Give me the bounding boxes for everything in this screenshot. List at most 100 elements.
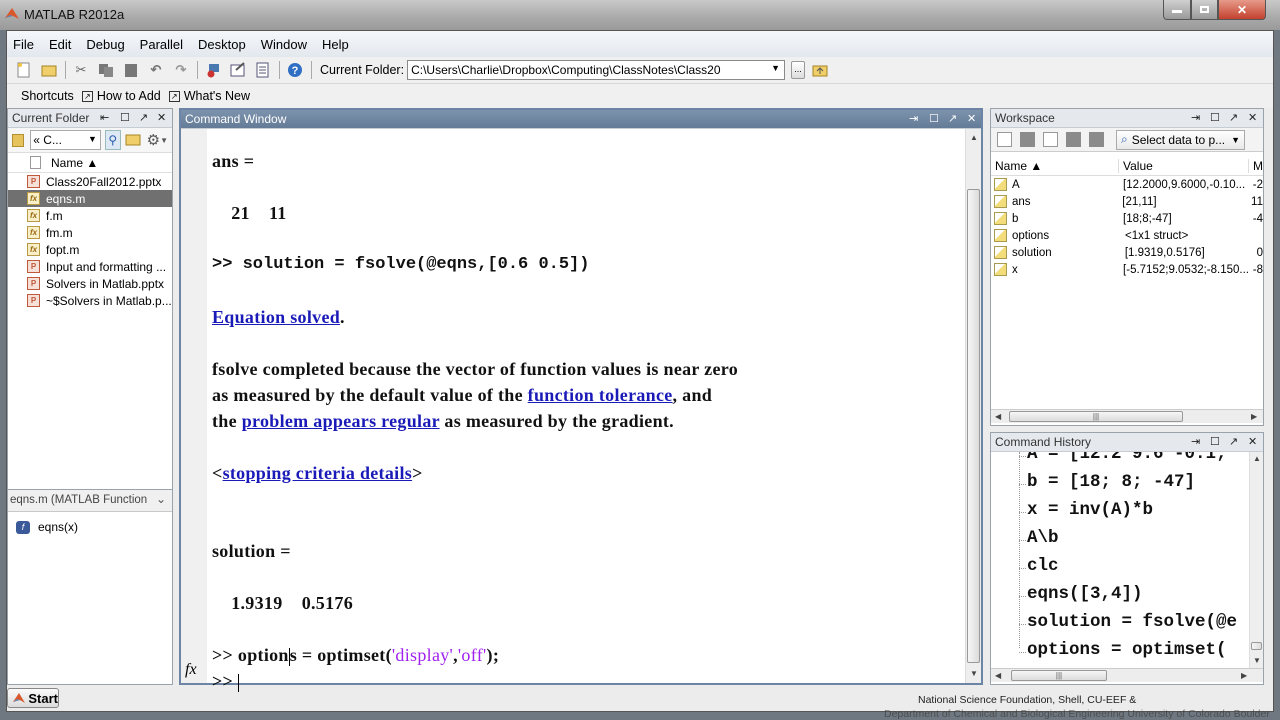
file-row[interactable]: fx eqns.m: [8, 190, 172, 207]
plot-selector[interactable]: ⌕ Select data to p... ▼: [1116, 129, 1246, 150]
delete-variable-icon[interactable]: [1089, 132, 1104, 147]
maximize-panel-icon[interactable]: ☐: [120, 111, 130, 124]
function-tolerance-link[interactable]: function tolerance: [528, 385, 673, 405]
history-vscrollbar[interactable]: ▲ ▼: [1249, 452, 1263, 668]
problem-appears-regular-link[interactable]: problem appears regular: [242, 411, 440, 431]
simulink-icon[interactable]: [204, 61, 222, 79]
column-name[interactable]: Name ▲: [991, 158, 1120, 173]
scroll-up-icon[interactable]: ▲: [970, 133, 978, 142]
workspace-variable-row[interactable]: options <1x1 struct>: [991, 227, 1263, 244]
undock-icon[interactable]: ⇥: [909, 112, 918, 125]
menu-debug[interactable]: Debug: [86, 37, 124, 52]
search-icon[interactable]: ⚲: [104, 130, 121, 150]
history-entry[interactable]: A = [12.2 9.6 -0.1;: [1027, 452, 1227, 464]
maximize-button[interactable]: [1191, 0, 1218, 20]
cut-icon[interactable]: ✂: [72, 61, 90, 79]
scroll-left-icon[interactable]: ◀: [995, 412, 1001, 421]
popout-icon[interactable]: ↗: [1229, 111, 1238, 124]
popout-icon[interactable]: ↗: [1229, 435, 1238, 448]
history-entry[interactable]: solution = fsolve(@e: [1027, 612, 1237, 632]
menu-parallel[interactable]: Parallel: [140, 37, 183, 52]
workspace-variable-row[interactable]: solution [1.9319,0.5176] 0: [991, 244, 1263, 261]
close-panel-icon[interactable]: ✕: [1248, 435, 1257, 448]
history-entry[interactable]: x = inv(A)*b: [1027, 500, 1153, 520]
command-window-output[interactable]: ans = 21 11 >> solution = fsolve(@eqns,[…: [181, 129, 965, 692]
scroll-down-icon[interactable]: ▼: [970, 669, 978, 678]
minimize-button[interactable]: [1163, 0, 1191, 20]
workspace-variable-row[interactable]: A [12.2000,9.6000,-0.10... -2: [991, 176, 1263, 193]
scrollbar-thumb[interactable]: [967, 189, 980, 663]
scroll-right-icon[interactable]: ▶: [1241, 671, 1247, 680]
gear-icon[interactable]: ⚙: [147, 131, 160, 149]
browse-folder-button[interactable]: ...: [791, 61, 806, 79]
shortcut-whats-new[interactable]: What's New: [184, 89, 250, 103]
open-folder-icon[interactable]: [40, 61, 58, 79]
command-window-scrollbar[interactable]: ▲ ▼: [965, 129, 981, 683]
scrollbar-thumb[interactable]: [1251, 642, 1262, 650]
menu-edit[interactable]: Edit: [49, 37, 71, 52]
new-variable-icon[interactable]: [997, 132, 1012, 147]
undock-icon[interactable]: ⇥: [1191, 435, 1200, 448]
details-title-bar[interactable]: eqns.m (MATLAB Function ⌄: [8, 490, 172, 512]
profiler-icon[interactable]: [254, 61, 272, 79]
command-prompt-input[interactable]: >>: [212, 671, 239, 692]
save-workspace-icon[interactable]: [1066, 132, 1081, 147]
current-folder-input[interactable]: C:\Users\Charlie\Dropbox\Computing\Class…: [407, 60, 786, 80]
chevron-down-icon[interactable]: ▼: [160, 136, 168, 145]
workspace-variable-row[interactable]: ans [21,11] 11: [991, 193, 1263, 210]
help-icon[interactable]: ?: [286, 61, 304, 79]
copy-icon[interactable]: [97, 61, 115, 79]
folder-up-icon[interactable]: [125, 132, 141, 149]
open-variable-icon[interactable]: [1020, 132, 1035, 147]
menu-desktop[interactable]: Desktop: [198, 37, 246, 52]
undo-icon[interactable]: ↶: [147, 61, 165, 79]
workspace-hscrollbar[interactable]: ◀ ||| ▶: [991, 409, 1263, 423]
close-button[interactable]: ✕: [1218, 0, 1266, 20]
column-header-name[interactable]: Name ▲: [8, 153, 172, 173]
scroll-up-icon[interactable]: ▲: [1253, 454, 1261, 463]
history-entry[interactable]: b = [18; 8; -47]: [1027, 472, 1195, 492]
column-value[interactable]: Value: [1119, 158, 1249, 173]
file-row[interactable]: fx fopt.m: [8, 241, 172, 258]
equation-solved-link[interactable]: Equation solved: [212, 307, 340, 327]
scroll-right-icon[interactable]: ▶: [1251, 412, 1257, 421]
history-entry[interactable]: A\b: [1027, 528, 1059, 548]
popout-icon[interactable]: ↗: [948, 112, 957, 125]
history-entry[interactable]: clc: [1027, 556, 1059, 576]
close-panel-icon[interactable]: ✕: [157, 111, 166, 124]
maximize-panel-icon[interactable]: ☐: [1210, 435, 1220, 448]
new-file-icon[interactable]: [15, 61, 33, 79]
menu-file[interactable]: File: [13, 37, 34, 52]
undock-icon[interactable]: ⇤: [100, 111, 109, 124]
function-item[interactable]: f eqns(x): [8, 512, 172, 534]
start-button[interactable]: Start: [7, 688, 59, 708]
close-panel-icon[interactable]: ✕: [967, 112, 976, 125]
file-row[interactable]: P ~$Solvers in Matlab.p...: [8, 292, 172, 309]
chevron-down-icon[interactable]: ▼: [88, 134, 97, 144]
file-row[interactable]: P Solvers in Matlab.pptx: [8, 275, 172, 292]
scroll-down-icon[interactable]: ▼: [1253, 656, 1261, 665]
workspace-variable-row[interactable]: b [18;8;-47] -4: [991, 210, 1263, 227]
paste-icon[interactable]: [122, 61, 140, 79]
history-entry[interactable]: eqns([3,4]): [1027, 584, 1143, 604]
close-panel-icon[interactable]: ✕: [1248, 111, 1257, 124]
maximize-panel-icon[interactable]: ☐: [929, 112, 939, 125]
file-row[interactable]: fx f.m: [8, 207, 172, 224]
shortcuts-label[interactable]: Shortcuts: [21, 89, 74, 103]
chevron-down-icon[interactable]: ▼: [771, 63, 780, 73]
menu-help[interactable]: Help: [322, 37, 349, 52]
folder-path-combo[interactable]: « C... ▼: [30, 130, 101, 150]
redo-icon[interactable]: ↷: [172, 61, 190, 79]
history-entry[interactable]: options = optimset(: [1027, 640, 1227, 660]
file-row[interactable]: P Class20Fall2012.pptx: [8, 173, 172, 190]
folder-up-icon[interactable]: [811, 61, 829, 79]
shortcut-how-to-add[interactable]: How to Add: [97, 89, 161, 103]
history-hscrollbar[interactable]: ◀ ||| ▶: [991, 668, 1263, 682]
column-extra[interactable]: M: [1249, 159, 1263, 173]
stopping-criteria-link[interactable]: stopping criteria details: [223, 463, 413, 483]
undock-icon[interactable]: ⇥: [1191, 111, 1200, 124]
scroll-left-icon[interactable]: ◀: [995, 671, 1001, 680]
popout-icon[interactable]: ↗: [139, 111, 148, 124]
maximize-panel-icon[interactable]: ☐: [1210, 111, 1220, 124]
chevron-down-icon[interactable]: ⌄: [156, 492, 166, 506]
